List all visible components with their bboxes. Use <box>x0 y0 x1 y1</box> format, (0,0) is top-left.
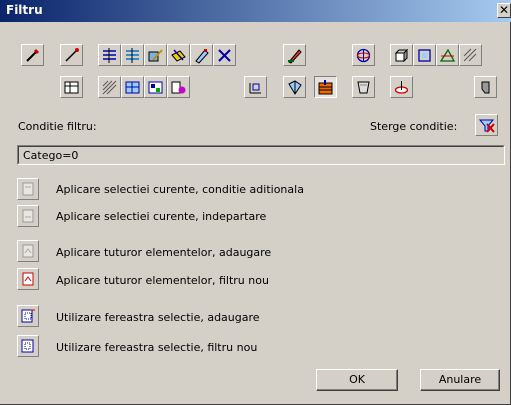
sphere-icon[interactable] <box>352 44 375 66</box>
all-add-icon[interactable] <box>17 240 39 262</box>
shape-3d-icon[interactable] <box>390 44 413 66</box>
action-all-new-label: Aplicare tuturor elementelor, filtru nou <box>56 274 269 287</box>
glass-shape-icon[interactable] <box>352 76 375 98</box>
wire-shape-icon[interactable] <box>283 76 306 98</box>
hatch-icon[interactable] <box>459 44 482 66</box>
pattern-fill-icon[interactable] <box>144 76 167 98</box>
ok-button[interactable]: OK <box>316 369 398 391</box>
shape-frame-icon[interactable] <box>413 44 436 66</box>
eyedropper-icon[interactable] <box>21 44 44 66</box>
condition-value[interactable]: Catego=0 <box>18 146 504 164</box>
select-separate-icon[interactable] <box>17 205 39 227</box>
condition-label: Conditie filtru: <box>18 120 97 133</box>
clear-filter-icon <box>478 119 495 133</box>
clear-condition-button[interactable] <box>475 114 498 136</box>
paint-pen-icon[interactable] <box>283 44 306 66</box>
pencil-pattern-icon[interactable] <box>144 44 167 66</box>
solid-shape-icon[interactable] <box>474 76 497 98</box>
cancel-button[interactable]: Anulare <box>420 369 500 391</box>
filter-dialog: Filtru ✕ Conditie filtru: Sterge conditi… <box>0 0 511 405</box>
action-all-add-label: Aplicare tuturor elementelor, adaugare <box>56 246 272 259</box>
line-tool-icon[interactable] <box>60 44 83 66</box>
pattern-grid-icon[interactable] <box>121 76 144 98</box>
action-window-new-label: Utilizare fereastra selectie, filtru nou <box>56 341 258 354</box>
title-bar[interactable]: Filtru ✕ <box>0 0 511 22</box>
text-lines-alt-icon[interactable] <box>121 44 144 66</box>
text-lines-icon[interactable] <box>98 44 121 66</box>
clip-shape-icon[interactable] <box>390 76 413 98</box>
shape-cut-icon[interactable] <box>436 44 459 66</box>
pencil-variant-icon[interactable] <box>190 44 213 66</box>
action-select-separate-label: Aplicare selectiei curente, indepartare <box>56 210 267 223</box>
window-title: Filtru <box>6 3 43 17</box>
shape-color-icon[interactable] <box>167 76 190 98</box>
dimension-icon[interactable] <box>244 76 267 98</box>
select-add-icon[interactable] <box>17 178 39 200</box>
all-new-icon[interactable] <box>17 268 39 290</box>
window-add-icon[interactable] <box>17 305 39 327</box>
condition-field[interactable]: Catego=0 <box>17 145 505 165</box>
action-select-add-label: Aplicare selectiei curente, conditie adi… <box>56 183 304 196</box>
pencil-yellow-icon[interactable] <box>167 44 190 66</box>
table-icon[interactable] <box>60 76 83 98</box>
fill-selected-icon[interactable] <box>314 76 337 98</box>
close-icon: ✕ <box>498 3 510 17</box>
window-new-icon[interactable] <box>17 335 39 357</box>
hatch-diagonal-icon[interactable] <box>98 76 121 98</box>
clear-condition-label: Sterge conditie: <box>370 120 458 133</box>
close-button[interactable]: ✕ <box>497 3 511 18</box>
action-window-add-label: Utilizare fereastra selectie, adaugare <box>56 311 260 324</box>
x-pattern-icon[interactable] <box>213 44 236 66</box>
